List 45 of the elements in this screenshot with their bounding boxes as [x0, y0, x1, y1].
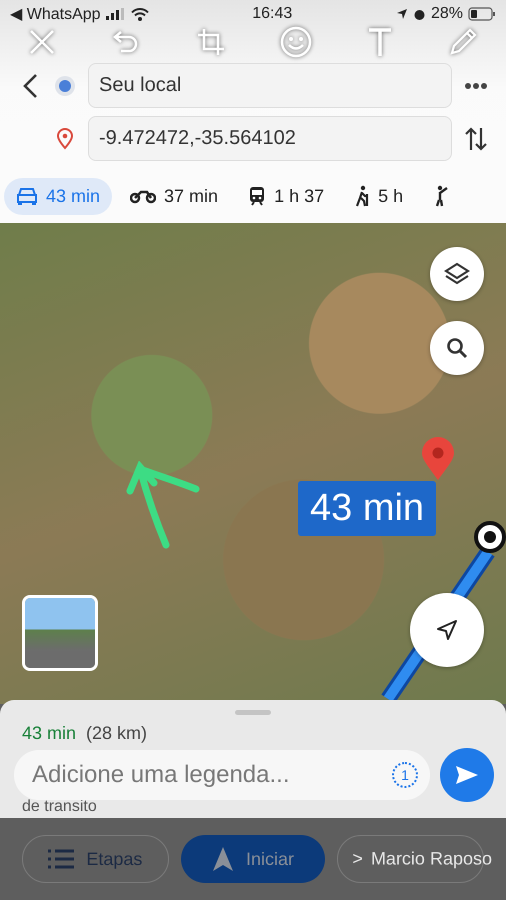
destination-pin-icon: [54, 128, 76, 150]
layers-button[interactable]: [430, 247, 484, 301]
destination-field[interactable]: -9.472472,-35.564102: [88, 116, 452, 161]
battery-percent: 28%: [430, 5, 464, 23]
photo-placeholder: [25, 598, 95, 668]
origin-dot-icon: [54, 74, 76, 96]
motorcycle-icon: [130, 188, 156, 204]
back-to-app[interactable]: ◀ WhatsApp: [10, 4, 101, 24]
current-location-icon: [474, 521, 506, 553]
view-once-button[interactable]: 1: [392, 762, 418, 788]
location-arrow-icon: [396, 8, 408, 20]
search-icon: [446, 337, 468, 359]
route-duration: 43 min: [22, 723, 76, 744]
train-icon: [248, 186, 266, 206]
swap-icon[interactable]: [464, 126, 488, 152]
clock-time: 16:43: [252, 5, 292, 23]
person-hailing-icon: [433, 185, 450, 207]
origin-field[interactable]: Seu local: [88, 63, 452, 108]
travel-mode-tab[interactable]: 5 h: [342, 177, 416, 215]
list-icon: [48, 849, 74, 869]
travel-mode-tab[interactable]: 1 h 37: [236, 178, 336, 214]
caption-field[interactable]: Adicione uma legenda... 1: [14, 750, 430, 800]
street-view-thumbnail[interactable]: [22, 595, 98, 671]
route-time-label: 43 min: [298, 481, 436, 536]
send-button[interactable]: [440, 748, 494, 802]
drag-handle[interactable]: [235, 710, 271, 715]
layers-icon: [444, 262, 470, 286]
route-distance: (28 km): [86, 723, 148, 744]
map-pin-icon: [421, 437, 455, 481]
more-icon[interactable]: [464, 82, 488, 90]
search-button[interactable]: [430, 321, 484, 375]
car-icon: [16, 187, 38, 205]
traffic-note: de transito: [22, 798, 98, 816]
signal-icon: [106, 8, 126, 20]
battery-icon: [468, 7, 496, 21]
travel-mode-tab[interactable]: 43 min: [4, 178, 112, 214]
chevron: >: [352, 848, 363, 870]
travel-mode-tab[interactable]: 37 min: [118, 178, 230, 214]
send-icon: [455, 765, 479, 785]
hiker-icon: [354, 185, 370, 207]
navigation-button[interactable]: [410, 593, 484, 667]
navigation-arrow-icon: [435, 618, 459, 642]
wifi-icon: [130, 8, 149, 20]
recipient-name: Marcio Raposo: [370, 848, 492, 870]
navigation-arrow-icon: [212, 846, 234, 872]
